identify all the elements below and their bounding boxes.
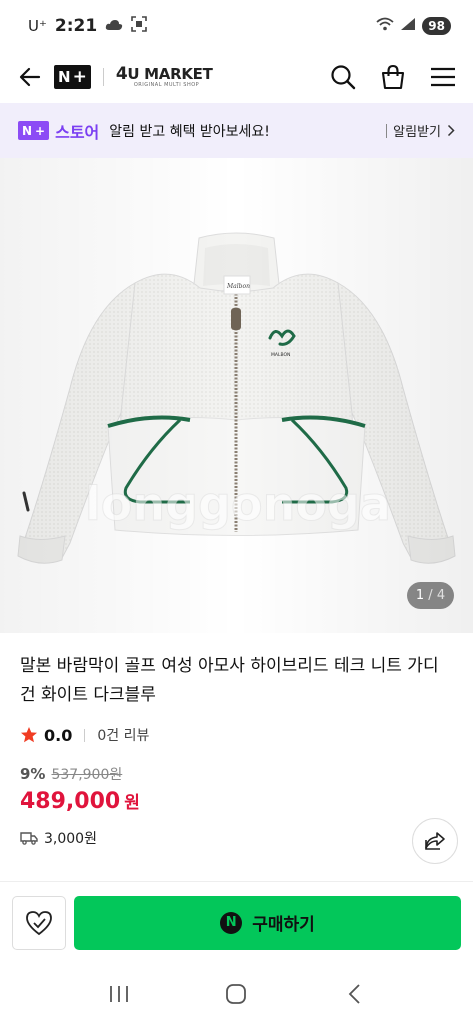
screenshot-icon [131,16,148,36]
store-logo[interactable]: 4U MARKET ORIGINAL MULTI SHOP [116,66,213,88]
banner-message: 알림 받고 혜택 받아보세요! [109,123,270,140]
purchase-bar: N 구매하기 [0,881,473,963]
recent-apps-icon [109,985,128,1002]
chevron-left-icon [348,983,360,1004]
signal-icon [400,17,416,35]
back-button[interactable] [16,63,44,91]
image-counter-separator: / [424,588,437,603]
clock: 2:21 [54,16,98,36]
store-logo-sub: ORIGINAL MULTI SHOP [133,82,200,88]
recent-apps-button[interactable] [99,974,139,1014]
rating-divider [84,728,86,742]
star-icon [21,727,37,743]
wifi-icon [376,17,394,35]
arrow-left-icon [19,67,41,87]
naver-plus-logo[interactable]: N + [54,65,91,89]
product-title: 말본 바람막이 골프 여성 아모사 하이브리드 테크 니트 가디건 화이트 다크… [20,656,439,705]
image-counter-current: 1 [415,588,425,603]
neck-tag-text: Malbon [226,283,250,290]
sale-price-unit: 원 [124,793,140,813]
hamburger-menu-icon [431,67,455,87]
discount-rate: 9% [20,765,46,783]
store-badge: N + [18,121,50,140]
store-logo-name: 4U MARKET [115,64,213,84]
status-bar: U⁺ 2:21 98 [0,0,473,52]
naver-plus-plus: + [72,67,87,87]
shopping-bag-icon [381,64,405,90]
home-button[interactable] [216,974,256,1014]
review-count: 0건 리뷰 [97,728,150,744]
rating-row[interactable]: 0.0 0건 리뷰 [20,725,149,745]
notification-banner[interactable]: N + 스토어 알림 받고 혜택 받아보세요! 알림받기 [0,103,473,158]
shipping-fee: 3,000원 [44,831,97,847]
naver-pay-icon: N [220,911,243,934]
product-photo: MALBON Malbon longgonoga [0,158,473,633]
buy-now-button[interactable]: N 구매하기 [74,895,461,950]
image-watermark: longgonoga [85,477,391,531]
search-icon [331,65,356,90]
discount-row: 9% 537,900원 [20,764,122,784]
header-divider [102,68,104,86]
header-actions [329,63,457,91]
system-back-button[interactable] [334,974,374,1014]
wishlist-button[interactable] [12,895,66,950]
heart-check-icon [26,910,52,935]
menu-button[interactable] [429,63,457,91]
product-image-gallery[interactable]: MALBON Malbon longgonoga [0,158,473,633]
alert-subscribe-label: 알림받기 [393,125,441,140]
system-nav-bar [0,963,473,1024]
alert-subscribe-link[interactable]: 알림받기 [386,121,455,140]
original-price: 537,900원 [51,767,123,783]
cloud-icon [105,17,123,35]
chevron-right-icon [447,124,455,137]
naver-store-logo: N + 스토어 [18,119,99,143]
sale-price-value: 489,000 [20,789,121,814]
shipping-row: 3,000원 [20,828,97,848]
chest-brand-text: MALBON [271,352,290,358]
battery-indicator: 98 [422,17,451,35]
store-label: 스토어 [55,122,100,142]
truck-icon [20,832,38,845]
share-button[interactable] [412,818,458,864]
home-icon [226,983,247,1004]
carrier-label: U⁺ [28,17,47,35]
search-button[interactable] [329,63,357,91]
status-right: 98 [376,17,451,35]
cart-button[interactable] [379,63,407,91]
banner-divider [386,123,388,138]
sale-price: 489,000 원 [20,788,140,814]
naver-plus-n: N [58,68,71,86]
image-counter-total: 4 [436,588,446,603]
image-counter: 1 / 4 [407,582,454,609]
buy-now-label: 구매하기 [252,915,315,935]
status-left: U⁺ 2:21 [28,16,148,36]
rating-score: 0.0 [44,725,73,745]
share-icon [425,832,445,850]
app-header: N + 4U MARKET ORIGINAL MULTI SHOP [0,52,473,102]
